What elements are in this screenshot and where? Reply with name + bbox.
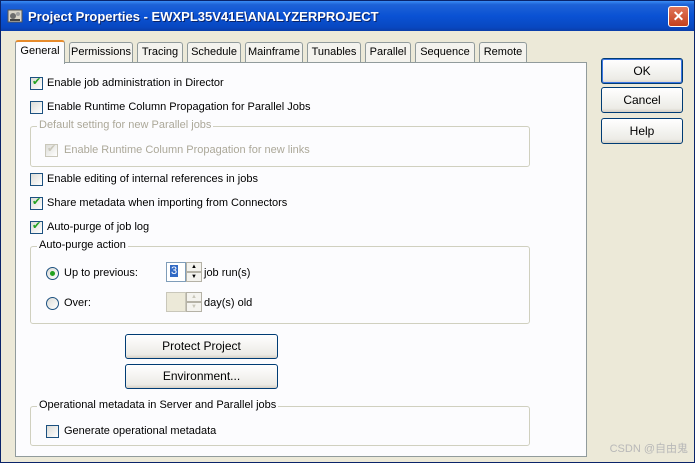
over-label: Over: (64, 297, 91, 309)
spin-down-icon[interactable]: ▼ (186, 272, 202, 282)
ok-button[interactable]: OK (601, 58, 683, 84)
up-to-previous-label: Up to previous: (64, 267, 138, 279)
enable-editing-refs-label: Enable editing of internal references in… (47, 173, 258, 185)
project-properties-dialog: Project Properties - EWXPL35V41E\ANALYZE… (0, 0, 695, 463)
tab-remote[interactable]: Remote (479, 42, 527, 63)
job-runs-unit: job run(s) (204, 267, 251, 279)
tab-schedule[interactable]: Schedule (187, 42, 241, 63)
enable-rcp-new-links-label: Enable Runtime Column Propagation for ne… (64, 144, 310, 156)
enable-editing-refs-checkbox[interactable] (30, 173, 43, 186)
tab-sequence[interactable]: Sequence (415, 42, 475, 63)
days-old-unit: day(s) old (204, 297, 253, 309)
cancel-button[interactable]: Cancel (601, 87, 683, 113)
operational-metadata-title: Operational metadata in Server and Paral… (37, 399, 279, 411)
tab-tracing[interactable]: Tracing (137, 42, 183, 63)
enable-job-admin-checkbox[interactable] (30, 75, 43, 90)
enable-rcp-checkbox[interactable] (30, 101, 43, 114)
enable-rcp-label: Enable Runtime Column Propagation for Pa… (47, 101, 311, 113)
enable-rcp-new-links-checkbox (45, 142, 58, 157)
auto-purge-label: Auto-purge of job log (47, 221, 150, 233)
close-icon[interactable]: ✕ (668, 6, 689, 27)
protect-project-button[interactable]: Protect Project (125, 334, 278, 359)
job-runs-value: 3 (170, 265, 179, 277)
spin-up-icon: ▲ (186, 292, 202, 302)
default-parallel-group: Default setting for new Parallel jobs En… (30, 119, 530, 167)
environment-button[interactable]: Environment... (125, 364, 278, 389)
over-radio[interactable] (46, 297, 59, 310)
share-metadata-label: Share metadata when importing from Conne… (47, 197, 288, 209)
auto-purge-checkbox[interactable] (30, 219, 43, 234)
generate-operational-metadata-checkbox[interactable] (46, 425, 59, 438)
operational-metadata-group: Operational metadata in Server and Paral… (30, 399, 530, 446)
title-bar[interactable]: Project Properties - EWXPL35V41E\ANALYZE… (1, 1, 694, 31)
auto-purge-action-title: Auto-purge action (37, 239, 128, 251)
spin-up-icon[interactable]: ▲ (186, 262, 202, 272)
help-button[interactable]: Help (601, 118, 683, 144)
generate-operational-metadata-label: Generate operational metadata (64, 425, 217, 437)
watermark: CSDN @自由鬼 (609, 443, 688, 455)
window-title: Project Properties - EWXPL35V41E\ANALYZE… (28, 9, 379, 24)
auto-purge-action-group: Auto-purge action Up to previous: 3 ▲ ▼ … (30, 239, 530, 324)
job-runs-input[interactable]: 3 (166, 262, 186, 282)
tab-parallel[interactable]: Parallel (365, 42, 411, 63)
tab-mainframe[interactable]: Mainframe (245, 42, 303, 63)
up-to-previous-radio[interactable] (46, 267, 59, 280)
tab-permissions[interactable]: Permissions (69, 42, 133, 63)
enable-job-admin-label: Enable job administration in Director (47, 77, 224, 89)
tab-general[interactable]: General (15, 40, 65, 64)
share-metadata-checkbox[interactable] (30, 195, 43, 210)
spin-down-icon: ▼ (186, 302, 202, 312)
job-runs-spinner: ▲ ▼ (186, 262, 202, 282)
days-old-input (166, 292, 186, 312)
project-properties-icon (7, 9, 23, 23)
general-tab-panel: Enable job administration in Director En… (15, 62, 587, 457)
tab-tunables[interactable]: Tunables (307, 42, 361, 63)
days-old-spinner: ▲ ▼ (186, 292, 202, 312)
default-parallel-group-title: Default setting for new Parallel jobs (37, 119, 214, 131)
